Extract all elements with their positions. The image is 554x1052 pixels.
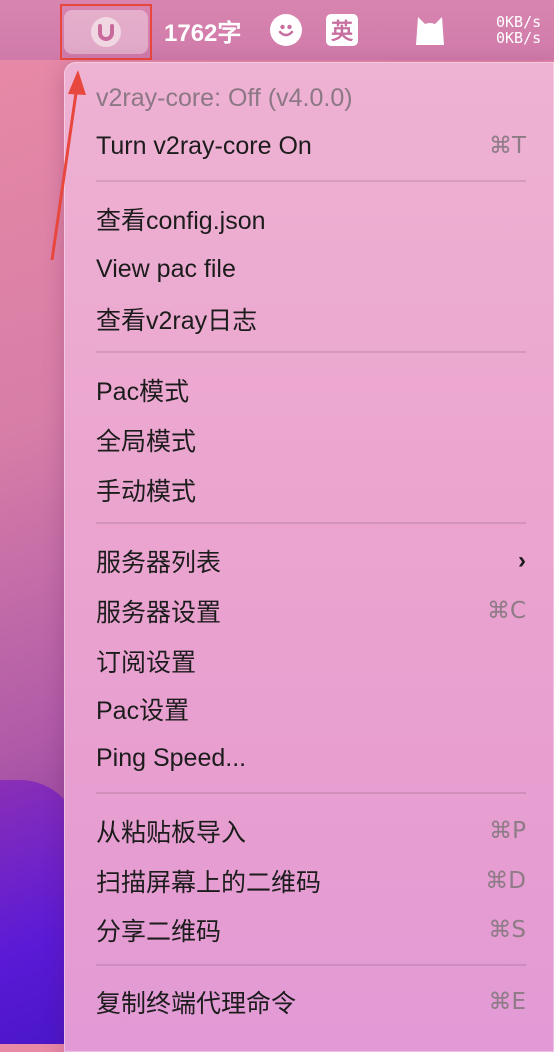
chevron-right-icon: ›	[518, 547, 526, 574]
menu-separator	[96, 964, 526, 966]
menu-separator	[96, 180, 526, 182]
menu-item-share-qr[interactable]: 分享二维码 ⌘S	[96, 908, 526, 952]
menu-item-manual-mode[interactable]: 手动模式	[96, 468, 526, 512]
menu-item-turn-on[interactable]: Turn v2ray-core On ⌘T	[96, 124, 526, 168]
menu-item-server-settings[interactable]: 服务器设置 ⌘C	[96, 589, 526, 633]
word-count-item[interactable]: 1762字	[164, 0, 241, 60]
menu-item-import-clipboard[interactable]: 从粘贴板导入 ⌘P	[96, 809, 526, 853]
input-method-item[interactable]: 英	[326, 0, 358, 60]
network-speed-indicator[interactable]: 0KB/s 0KB/s	[496, 0, 541, 60]
menu-separator	[96, 522, 526, 524]
menu-separator	[96, 792, 526, 794]
menu-item-scan-qr[interactable]: 扫描屏幕上的二维码 ⌘D	[96, 859, 526, 903]
upload-speed: 0KB/s	[496, 13, 542, 31]
menu-item-pac-mode[interactable]: Pac模式	[96, 368, 526, 412]
menu-item-ping-speed[interactable]: Ping Speed...	[96, 736, 526, 780]
menu-bar: 1762字 英 0KB/s 0KB/s	[0, 0, 554, 60]
menu-item-view-pac[interactable]: View pac file	[96, 247, 526, 291]
v2ray-status-item[interactable]	[60, 4, 152, 60]
menu-item-pac-settings[interactable]: Pac设置	[96, 687, 526, 731]
menu-item-server-list[interactable]: 服务器列表 ›	[96, 539, 526, 583]
download-speed: 0KB/s	[496, 29, 542, 47]
menu-item-subscription-settings[interactable]: 订阅设置	[96, 639, 526, 683]
menu-item-view-config[interactable]: 查看config.json	[96, 197, 526, 241]
v2ray-logo-icon	[91, 17, 121, 47]
cat-icon[interactable]	[412, 0, 448, 60]
emoji-icon[interactable]	[270, 0, 302, 60]
menu-item-copy-proxy-command[interactable]: 复制终端代理命令 ⌘E	[96, 980, 526, 1024]
menu-item-view-log[interactable]: 查看v2ray日志	[96, 297, 526, 341]
menu-separator	[96, 351, 526, 353]
annotation-arrow-icon	[50, 70, 86, 261]
v2ray-dropdown-menu: v2ray-core: Off (v4.0.0) Turn v2ray-core…	[64, 62, 554, 1052]
menu-item-global-mode[interactable]: 全局模式	[96, 418, 526, 462]
status-line: v2ray-core: Off (v4.0.0)	[96, 83, 353, 112]
